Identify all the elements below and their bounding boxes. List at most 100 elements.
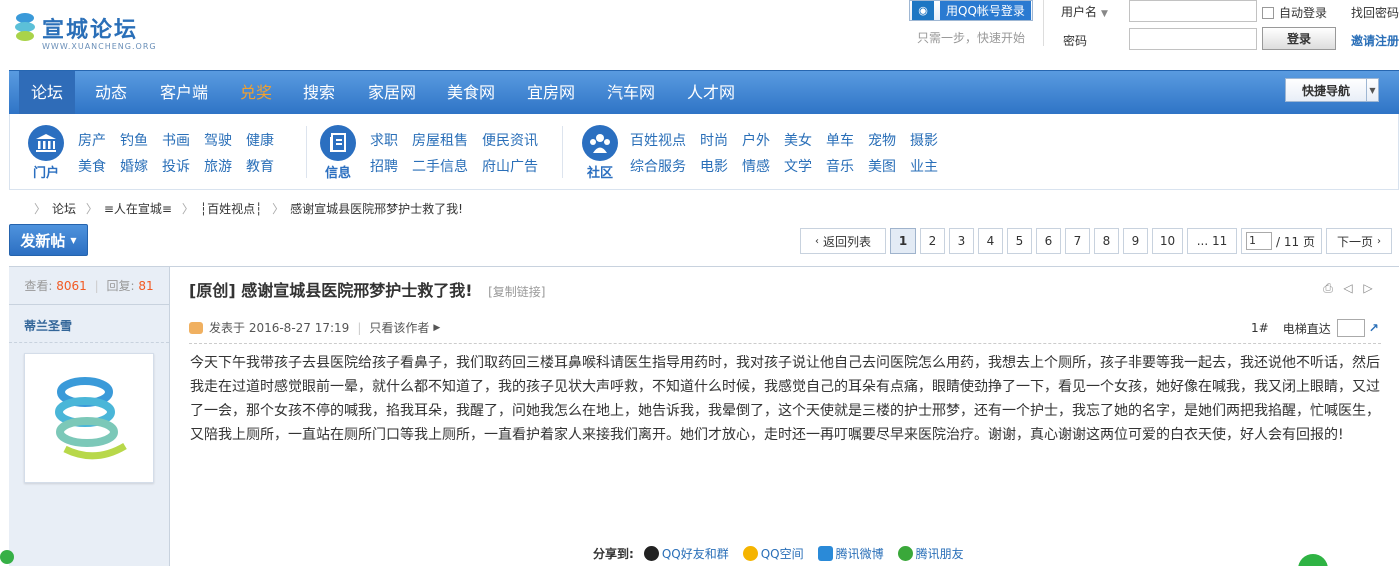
username-type-select[interactable]: 用户名 ▼: [1061, 3, 1108, 20]
cat-link[interactable]: 美食: [78, 154, 106, 180]
cat-link[interactable]: 教育: [246, 154, 274, 180]
cat-link[interactable]: 电影: [700, 154, 728, 180]
quick-nav-button[interactable]: 快捷导航 ▼: [1285, 78, 1379, 102]
floor-controls: 1# 电梯直达 ↗: [1251, 319, 1379, 337]
jump-floor-label: 电梯直达: [1282, 321, 1331, 336]
page-link-current[interactable]: 1: [890, 228, 916, 254]
only-author-link[interactable]: 只看该作者: [369, 319, 429, 336]
nav-item-feed[interactable]: 动态: [95, 71, 127, 115]
next-page-button[interactable]: 下一页 ›: [1325, 228, 1392, 254]
cat-link[interactable]: 房产: [78, 128, 106, 154]
page-link[interactable]: 9: [1123, 228, 1148, 254]
cat-link[interactable]: 二手信息: [412, 154, 468, 180]
new-post-button[interactable]: 发新帖 ▼: [9, 224, 88, 256]
nav-item-food[interactable]: 美食网: [447, 71, 495, 115]
cat-link[interactable]: 综合服务: [630, 154, 686, 180]
community-label[interactable]: 社区: [578, 162, 622, 181]
chevron-right-icon: 〉: [34, 202, 47, 216]
share-tencent-weibo[interactable]: 腾讯微博: [817, 545, 884, 562]
community-icon[interactable]: [582, 125, 618, 161]
page-link-last[interactable]: ... 11: [1187, 228, 1237, 254]
floor-number[interactable]: 1#: [1251, 321, 1269, 335]
invite-register-link[interactable]: 邀请注册: [1351, 32, 1399, 49]
portal-group: 门户 房产 钓鱼 书画 驾驶 健康 美食 婚嫁 投诉 旅游 教育: [24, 114, 314, 190]
post-title-tag[interactable]: [原创]: [189, 281, 236, 300]
cat-link[interactable]: 情感: [742, 154, 770, 180]
auto-login-checkbox[interactable]: [1262, 6, 1274, 19]
cat-link[interactable]: 婚嫁: [120, 154, 148, 180]
share-qzone[interactable]: QQ空间: [742, 545, 804, 562]
cat-link[interactable]: 健康: [246, 128, 274, 154]
cat-link[interactable]: 业主: [910, 154, 938, 180]
breadcrumb-item[interactable]: ┆百姓视点┆: [200, 202, 262, 216]
cat-link[interactable]: 房屋租售: [412, 128, 468, 154]
username-input[interactable]: [1129, 0, 1257, 22]
cat-link[interactable]: 求职: [370, 128, 398, 154]
auto-login-option[interactable]: 自动登录: [1262, 4, 1327, 21]
back-to-list-button[interactable]: ‹ 返回列表: [800, 228, 886, 254]
cat-link[interactable]: 钓鱼: [120, 128, 148, 154]
login-button[interactable]: 登录: [1262, 27, 1336, 50]
avatar[interactable]: [24, 353, 154, 483]
page-link[interactable]: 7: [1065, 228, 1090, 254]
page-jump-input[interactable]: 1: [1246, 232, 1272, 250]
page-link[interactable]: 10: [1152, 228, 1183, 254]
cat-link[interactable]: 宠物: [868, 128, 896, 154]
nav-item-car[interactable]: 汽车网: [607, 71, 655, 115]
cat-link[interactable]: 摄影: [910, 128, 938, 154]
page-link[interactable]: 5: [1007, 228, 1032, 254]
page-link[interactable]: 8: [1094, 228, 1119, 254]
weibo-icon: [817, 546, 833, 561]
cat-link[interactable]: 招聘: [370, 154, 398, 180]
jump-floor-go-icon[interactable]: ↗: [1369, 321, 1379, 335]
quick-nav-label: 快捷导航: [1301, 83, 1350, 98]
find-password-link[interactable]: 找回密码: [1351, 4, 1399, 21]
prev-thread-icon[interactable]: ◁: [1341, 281, 1355, 295]
nav-item-client[interactable]: 客户端: [160, 71, 208, 115]
cat-link[interactable]: 百姓视点: [630, 128, 686, 154]
cat-link[interactable]: 便民资讯: [482, 128, 538, 154]
jump-floor-input[interactable]: [1336, 319, 1365, 337]
share-tencent-pengyou-label: 腾讯朋友: [915, 547, 964, 561]
nav-item-jobs[interactable]: 人才网: [687, 71, 735, 115]
breadcrumb-item[interactable]: ≡人在宣城≡: [104, 202, 172, 216]
print-icon[interactable]: ⎙: [1321, 281, 1335, 295]
password-input[interactable]: [1129, 28, 1257, 50]
site-logo[interactable]: 宣城论坛 WWW.XUANCHENG.ORG: [12, 10, 156, 54]
cat-link[interactable]: 时尚: [700, 128, 728, 154]
cat-link[interactable]: 美女: [784, 128, 812, 154]
portal-label[interactable]: 门户: [24, 162, 68, 181]
cat-link[interactable]: 驾驶: [204, 128, 232, 154]
cat-link[interactable]: 单车: [826, 128, 854, 154]
page-link[interactable]: 2: [920, 228, 945, 254]
chevron-down-icon: ▼: [70, 235, 77, 245]
category-panel: 门户 房产 钓鱼 书画 驾驶 健康 美食 婚嫁 投诉 旅游 教育 信息 求职 房屋租售 便民资讯 招…: [9, 114, 1399, 190]
nav-item-search[interactable]: 搜索: [303, 71, 335, 115]
share-tencent-pengyou[interactable]: 腾讯朋友: [897, 545, 964, 562]
cat-link[interactable]: 美图: [868, 154, 896, 180]
breadcrumb-item[interactable]: 论坛: [52, 202, 76, 216]
share-qq-friends[interactable]: QQ好友和群: [643, 545, 729, 562]
share-qzone-label: QQ空间: [760, 547, 804, 561]
page-link[interactable]: 4: [978, 228, 1003, 254]
cat-link[interactable]: 户外: [742, 128, 770, 154]
info-icon[interactable]: [320, 125, 356, 161]
nav-item-home[interactable]: 家居网: [368, 71, 416, 115]
info-label[interactable]: 信息: [316, 162, 360, 181]
nav-item-forum[interactable]: 论坛: [19, 71, 76, 115]
cat-link[interactable]: 府山广告: [482, 154, 538, 180]
nav-item-house[interactable]: 宜房网: [527, 71, 575, 115]
page-link[interactable]: 6: [1036, 228, 1061, 254]
page-link[interactable]: 3: [949, 228, 974, 254]
cat-link[interactable]: 旅游: [204, 154, 232, 180]
cat-link[interactable]: 投诉: [162, 154, 190, 180]
portal-icon[interactable]: [28, 125, 64, 161]
cat-link[interactable]: 书画: [162, 128, 190, 154]
copy-link-button[interactable]: [复制链接]: [488, 285, 545, 299]
nav-item-redeem[interactable]: 兑奖: [240, 71, 272, 115]
author-name[interactable]: 蒂兰圣雪: [9, 305, 169, 343]
next-thread-icon[interactable]: ▷: [1361, 281, 1375, 295]
cat-link[interactable]: 文学: [784, 154, 812, 180]
cat-link[interactable]: 音乐: [826, 154, 854, 180]
qq-login-button[interactable]: ◉ 用QQ帐号登录: [909, 0, 1033, 21]
